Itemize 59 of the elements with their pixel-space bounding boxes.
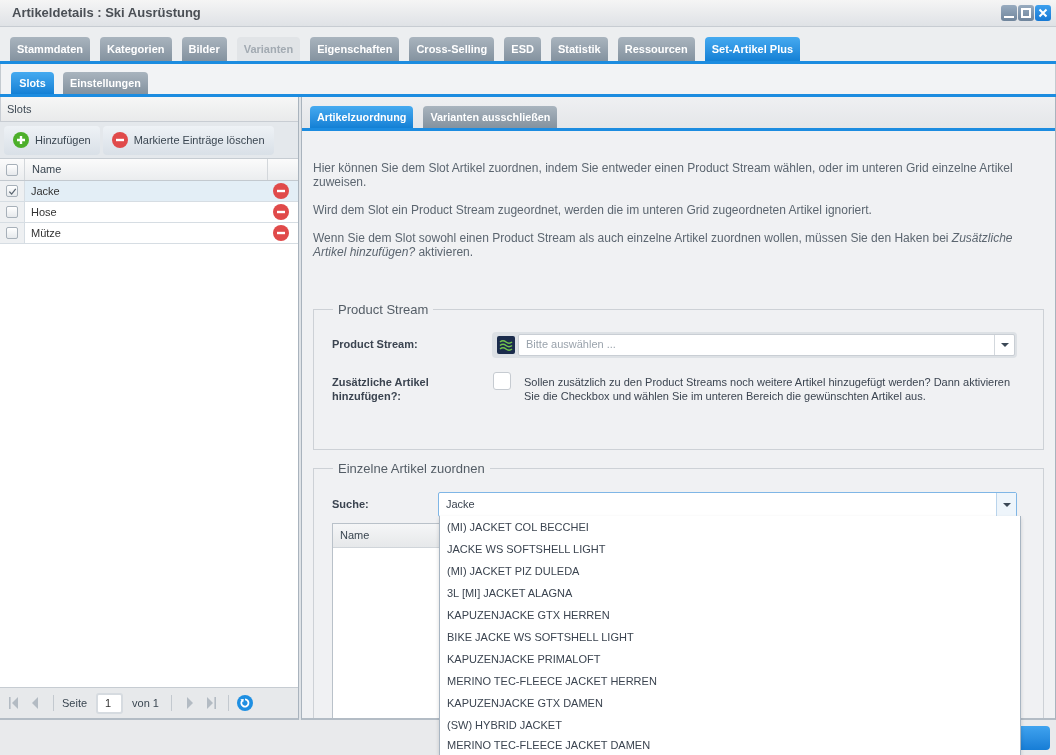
grid-row[interactable]: Mütze [0,223,298,244]
minus-circle-icon[interactable] [273,225,289,241]
dropdown-item[interactable]: MERINO TEC-FLEECE JACKET DAMEN [440,736,1020,755]
group-title: Einzelne Artikel zuordnen [337,459,486,478]
combo-box[interactable]: Bitte auswählen ... [492,331,1017,358]
grid-row[interactable]: Hose [0,202,298,223]
description-text: Wenn Sie dem Slot sowohl einen Product Stream als auch einzelne Artikel zuordnen wollen, müssen Sie den Haken bei Zusätzliche Artikel hinzufügen? aktivieren. [313,231,1014,259]
table-cell-text: Mütze [30,225,62,241]
group-title: Product Stream [337,301,430,319]
caret-icon [1000,342,1009,347]
close-button[interactable] [1035,5,1051,21]
page-field[interactable]: 1 [96,692,124,714]
checkbox[interactable] [6,185,18,197]
refresh-icon[interactable] [237,695,253,711]
column-header[interactable]: Name [32,161,62,178]
combo-input[interactable]: Jacke [439,493,996,516]
dropdown-item[interactable]: MERINO TEC-FLEECE JACKET HERREN [440,670,1020,692]
dropdown-item[interactable]: KAPUZENJACKE GTX DAMEN [440,692,1020,714]
dropdown-item[interactable]: KAPUZENJACKE PRIMALOFT [440,648,1020,670]
close-icon [1038,8,1048,18]
dropdown-item[interactable]: (SW) HYBRID JACKET [440,714,1020,736]
checkbox[interactable] [6,163,18,176]
description-text: Hier können Sie dem Slot Artikel zuordnen, indem Sie entweder einen Product Stream wählen, oder im unteren Grid einzelne Artikel zuweisen. [313,161,1014,189]
minus-circle-icon [111,132,128,148]
minus-circle-icon[interactable] [273,183,289,199]
action-button[interactable] [1020,725,1050,750]
minus-circle-icon[interactable] [273,204,289,220]
window-title: Artikeldetails : Ski Ausrüstung [12,4,201,23]
dropdown-item[interactable]: BIKE JACKE WS SOFTSHELL LIGHT [440,626,1020,648]
field-label: Product Stream: [332,337,419,353]
table-cell-text: Jacke [30,183,61,199]
waves-icon [497,335,515,354]
description-text: Wird dem Slot ein Product Stream zugeordnet, werden die im unteren Grid zugeordneten Artikel ignoriert. [313,203,873,217]
panel-title: Slots [7,101,32,117]
hint-text: Sollen zusätzlich zu den Product Streams noch weitere Artikel hinzugefügt werden? Dann aktivieren Sie die Checkbox und wählen Sie im unteren Bereich die gewünschten Artikel aus. [524,374,1012,403]
delete-button[interactable]: Markierte Einträge löschen [102,125,274,155]
checkbox[interactable] [6,206,18,218]
maximize-button[interactable] [1018,5,1034,21]
grid-row[interactable]: Jacke [0,181,298,202]
field-label: Suche: [332,497,370,513]
checkbox[interactable] [493,371,511,390]
dropdown-item[interactable]: JACKE WS SOFTSHELL LIGHT [440,538,1020,560]
dropdown-item[interactable]: (MI) JACKET PIZ DULEDA [440,560,1020,582]
plus-circle-icon [13,132,29,148]
column-header[interactable]: Name [340,527,370,544]
field-label: Zusätzliche Artikel hinzufügen?: [332,374,430,403]
maximize-icon [1021,8,1031,18]
dropdown-item[interactable]: KAPUZENJACKE GTX HERREN [440,604,1020,626]
dropdown-trigger[interactable] [996,493,1016,516]
table-cell-text: Hose [30,204,58,220]
page-total: von 1 [132,695,159,711]
caret-icon [1002,502,1011,507]
checkbox[interactable] [6,227,18,239]
dropdown-item[interactable]: 3L [MI] JACKET ALAGNA [440,582,1020,604]
add-button[interactable]: Hinzufügen [4,125,100,155]
minimize-button[interactable] [1001,5,1017,21]
minimize-icon [1004,16,1014,18]
page-label: Seite [62,695,88,711]
dropdown-item[interactable]: (MI) JACKET COL BECCHEI [440,516,1020,538]
